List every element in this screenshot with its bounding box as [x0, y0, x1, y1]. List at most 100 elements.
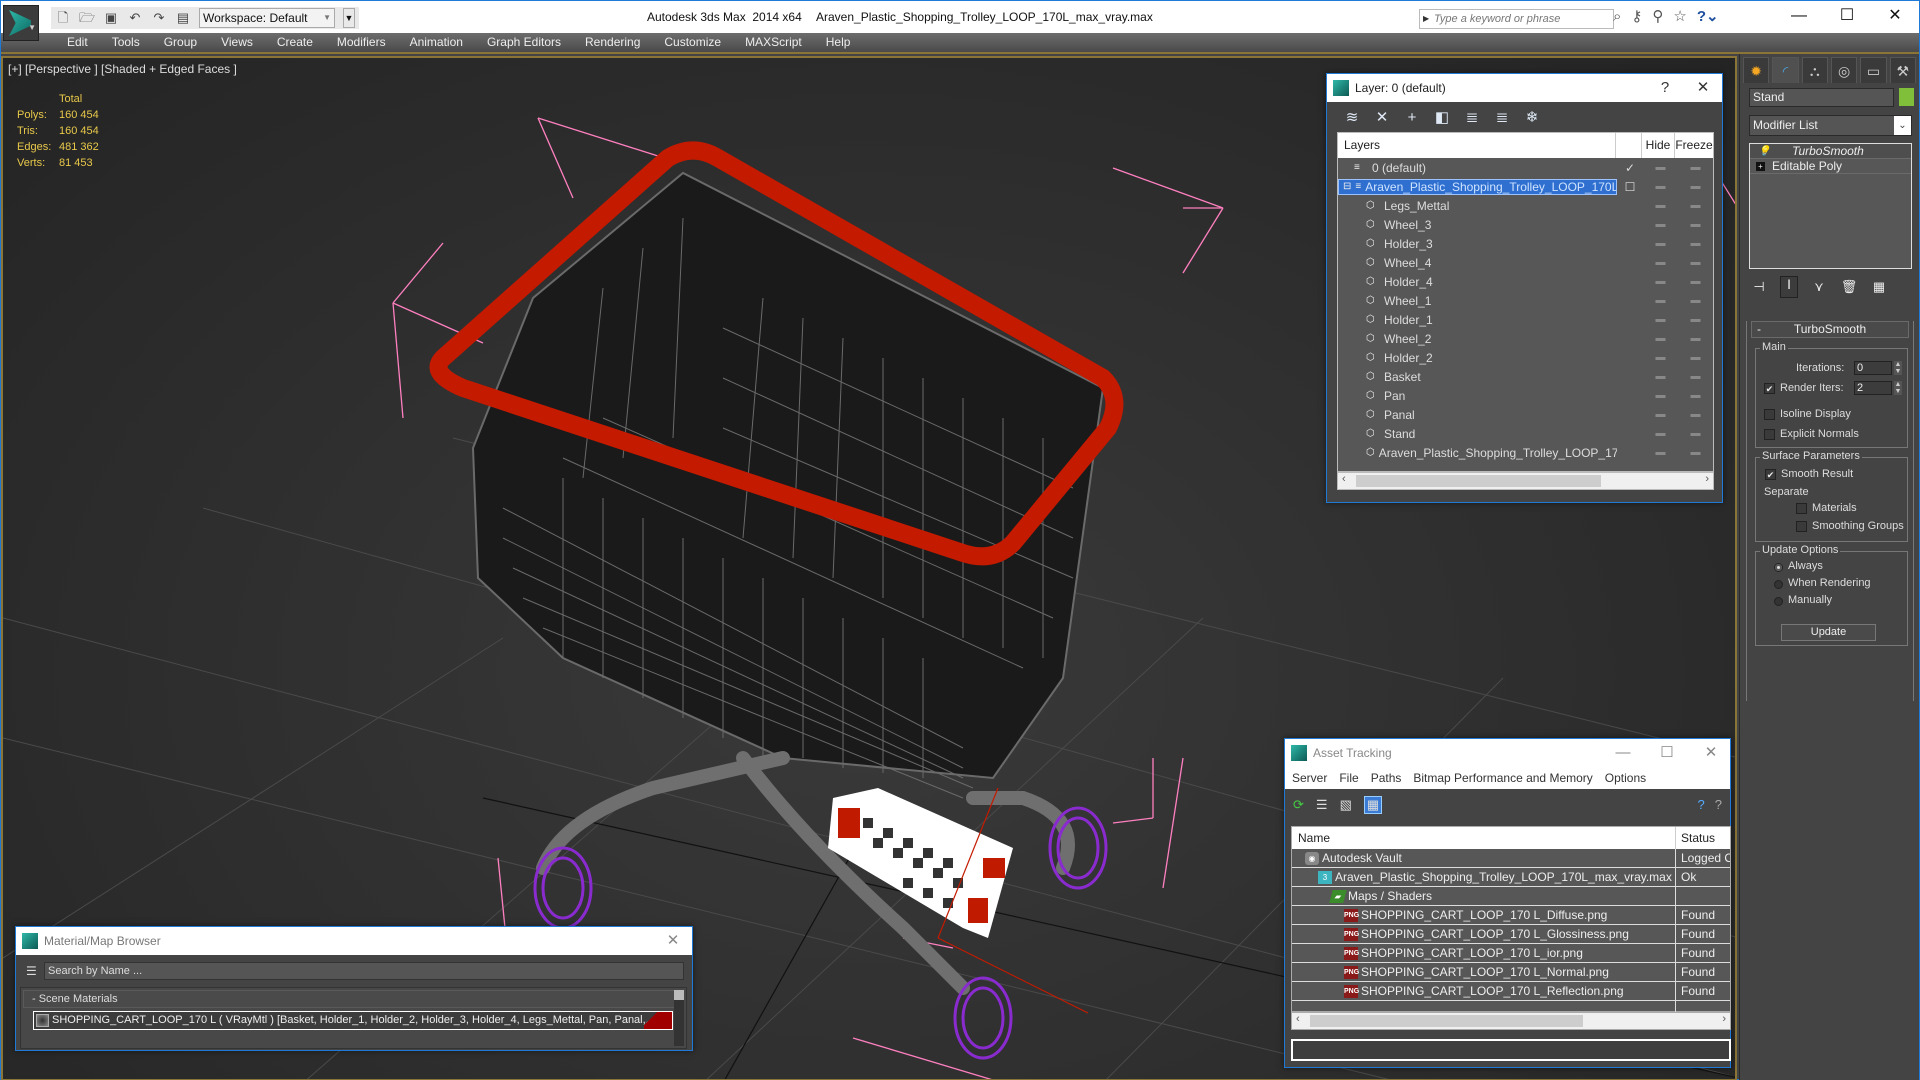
- freeze-layer-icon[interactable]: ❄: [1523, 108, 1541, 126]
- help-icon[interactable]: ?⌄: [1697, 7, 1719, 25]
- hide-toggle[interactable]: ▬: [1643, 238, 1678, 249]
- menu-views[interactable]: Views: [209, 33, 265, 52]
- menu-group[interactable]: Group: [152, 33, 209, 52]
- hide-toggle[interactable]: ▬: [1643, 314, 1678, 325]
- open-file-icon[interactable]: 🗁: [79, 10, 95, 26]
- spinner-arrows-icon[interactable]: ▲ ▼: [1894, 381, 1902, 395]
- freeze-toggle[interactable]: ▬: [1678, 200, 1713, 211]
- row-name-cell[interactable]: ⬡ Wheel_2: [1338, 332, 1617, 346]
- object-row[interactable]: ⬡ Holder_3 ▬ ▬: [1338, 234, 1713, 253]
- help-icon[interactable]: ?: [1698, 797, 1705, 812]
- key-icon[interactable]: ⚷: [1631, 7, 1642, 25]
- object-row[interactable]: ⬡ Pan ▬ ▬: [1338, 386, 1713, 405]
- maximize-button[interactable]: ☐: [1823, 1, 1871, 31]
- close-button[interactable]: ✕: [1871, 1, 1919, 31]
- rollout-title[interactable]: - TurboSmooth: [1751, 321, 1909, 338]
- hierarchy-tab-icon[interactable]: ⛬: [1801, 57, 1828, 83]
- object-row[interactable]: ⬡ Wheel_4 ▬ ▬: [1338, 253, 1713, 272]
- current-layer-toggle[interactable]: ☐: [1617, 180, 1643, 194]
- hide-toggle[interactable]: ▬: [1643, 390, 1678, 401]
- object-row[interactable]: ⬡ Araven_Plastic_Shopping_Trolley_LOOP_17…: [1338, 443, 1713, 462]
- refresh-icon[interactable]: ⟳: [1293, 797, 1304, 813]
- row-name-cell[interactable]: ⬡ Holder_3: [1338, 237, 1617, 251]
- stack-item-turbosmooth[interactable]: 💡 TurboSmooth: [1750, 144, 1911, 159]
- column-name[interactable]: Name: [1292, 827, 1676, 849]
- freeze-toggle[interactable]: ▬: [1678, 390, 1713, 401]
- object-row[interactable]: ⬡ Stand ▬ ▬: [1338, 424, 1713, 443]
- select-objects-icon[interactable]: ◧: [1433, 108, 1451, 126]
- layer-horizontal-scrollbar[interactable]: ‹ ›: [1337, 472, 1714, 490]
- menu-customize[interactable]: Customize: [652, 33, 733, 52]
- menu-help[interactable]: Help: [814, 33, 863, 52]
- freeze-toggle[interactable]: ▬: [1678, 276, 1713, 287]
- materials-checkbox[interactable]: [1796, 503, 1807, 514]
- isoline-display-checkbox[interactable]: [1764, 409, 1775, 420]
- object-row[interactable]: ⬡ Wheel_3 ▬ ▬: [1338, 215, 1713, 234]
- hide-toggle[interactable]: ▬: [1643, 409, 1678, 420]
- asset-row[interactable]: 3 Araven_Plastic_Shopping_Trolley_LOOP_17…: [1292, 868, 1730, 887]
- render-iters-spinner[interactable]: 2: [1854, 381, 1892, 395]
- configure-sets-icon[interactable]: ▦: [1870, 279, 1888, 295]
- freeze-toggle[interactable]: ▬: [1678, 181, 1713, 192]
- expand-icon[interactable]: ▶: [1423, 10, 1429, 28]
- hide-toggle[interactable]: ▬: [1643, 200, 1678, 211]
- scroll-thumb[interactable]: [1356, 475, 1601, 487]
- hide-toggle[interactable]: ▬: [1643, 219, 1678, 230]
- hide-toggle[interactable]: ▬: [1643, 352, 1678, 363]
- pin-stack-icon[interactable]: ⊣: [1750, 279, 1768, 295]
- stack-item-editable-poly[interactable]: + Editable Poly: [1750, 159, 1911, 174]
- when-rendering-radio[interactable]: [1774, 580, 1783, 589]
- smoothing-groups-checkbox[interactable]: [1796, 521, 1807, 532]
- application-menu-button[interactable]: ▼: [3, 5, 39, 41]
- hide-toggle[interactable]: ▬: [1643, 257, 1678, 268]
- column-freeze[interactable]: Freeze: [1675, 133, 1713, 158]
- new-file-icon[interactable]: 🗋: [55, 10, 71, 26]
- freeze-toggle[interactable]: ▬: [1678, 162, 1713, 173]
- expand-plus-icon[interactable]: +: [1756, 162, 1765, 171]
- hide-toggle[interactable]: ▬: [1643, 333, 1678, 344]
- filter-options-icon[interactable]: ☰: [26, 964, 44, 978]
- select-layer-icon[interactable]: ≣: [1463, 108, 1481, 126]
- object-row[interactable]: ⬡ Basket ▬ ▬: [1338, 367, 1713, 386]
- modify-tab-icon[interactable]: ◜: [1772, 57, 1799, 83]
- help-button[interactable]: ?: [1650, 74, 1680, 102]
- menu-rendering[interactable]: Rendering: [573, 33, 652, 52]
- asset-row[interactable]: ▰ Maps / Shaders: [1292, 887, 1730, 906]
- object-row[interactable]: ⬡ Wheel_2 ▬ ▬: [1338, 329, 1713, 348]
- viewport-label[interactable]: [+] [Perspective ] [Shaded + Edged Faces…: [8, 62, 237, 76]
- menu-maxscript[interactable]: MAXScript: [733, 33, 814, 52]
- hide-toggle[interactable]: ▬: [1643, 276, 1678, 287]
- layer-window-titlebar[interactable]: Layer: 0 (default) ? ✕: [1327, 74, 1722, 102]
- freeze-toggle[interactable]: ▬: [1678, 219, 1713, 230]
- star-icon[interactable]: ☆: [1673, 7, 1686, 25]
- row-name-cell[interactable]: ⬡ Holder_2: [1338, 351, 1617, 365]
- freeze-toggle[interactable]: ▬: [1678, 295, 1713, 306]
- hide-toggle[interactable]: ▬: [1643, 162, 1678, 173]
- table-view-icon[interactable]: ▦: [1363, 796, 1383, 814]
- collapse-icon[interactable]: ⊟: [1343, 181, 1351, 192]
- menu-options[interactable]: Options: [1605, 767, 1646, 789]
- row-name-cell[interactable]: ⬡ Stand: [1338, 427, 1617, 441]
- row-name-cell[interactable]: ⬡ Legs_Mettal: [1338, 199, 1617, 213]
- object-row[interactable]: ⬡ Holder_1 ▬ ▬: [1338, 310, 1713, 329]
- menu-edit[interactable]: Edit: [55, 33, 100, 52]
- render-iters-checkbox[interactable]: ✔: [1764, 383, 1775, 394]
- update-button[interactable]: Update: [1781, 624, 1876, 641]
- menu-modifiers[interactable]: Modifiers: [325, 33, 398, 52]
- make-unique-icon[interactable]: ⋎: [1810, 279, 1828, 295]
- explicit-normals-checkbox[interactable]: [1764, 429, 1775, 440]
- scene-materials-group[interactable]: - Scene Materials: [23, 990, 675, 1008]
- save-icon[interactable]: ▣: [103, 10, 119, 26]
- infocenter-search-input[interactable]: ▶ Type a keyword or phrase: [1419, 9, 1614, 29]
- workspace-dropdown[interactable]: Workspace: Default ▼: [199, 8, 335, 28]
- object-name-field[interactable]: Stand: [1749, 88, 1894, 107]
- highlight-layer-icon[interactable]: ≣: [1493, 108, 1511, 126]
- redo-icon[interactable]: ↷: [151, 10, 167, 26]
- menu-tools[interactable]: Tools: [100, 33, 152, 52]
- iterations-spinner[interactable]: 0: [1854, 361, 1892, 375]
- asset-row[interactable]: PNG SHOPPING_CART_LOOP_170 L_Glossiness.p…: [1292, 925, 1730, 944]
- column-hide[interactable]: Hide: [1642, 133, 1675, 158]
- motion-tab-icon[interactable]: ◎: [1830, 57, 1858, 83]
- layer-row[interactable]: ≡ 0 (default) ✓ ▬ ▬: [1338, 158, 1713, 177]
- row-name-cell[interactable]: ⬡ Wheel_1: [1338, 294, 1617, 308]
